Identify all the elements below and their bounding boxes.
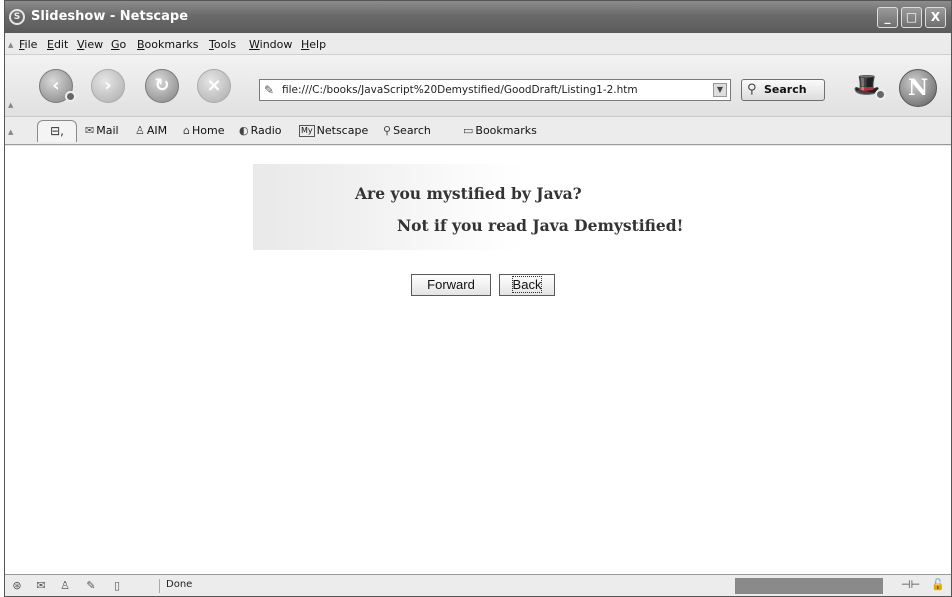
personal-item-aim[interactable]: ♙ AIM (135, 124, 167, 137)
url-bar[interactable]: ✎ ▼ (259, 79, 731, 101)
radio-icon: ◐ (239, 124, 249, 137)
banner-line-1: Are you mystified by Java? (355, 184, 582, 203)
search-icon: ⚲ (383, 124, 392, 137)
home-icon: ⌂ (183, 124, 190, 137)
reload-button[interactable]: ↻ (145, 69, 179, 103)
forward-arrow-icon: › (104, 75, 112, 96)
forward-button[interactable]: › (91, 69, 125, 103)
personal-item-home[interactable]: ⌂ Home (183, 124, 224, 137)
maximize-button[interactable]: □ (901, 7, 922, 28)
menu-window[interactable]: Window (249, 38, 292, 51)
tab-icon: ⊟, (50, 124, 64, 138)
menu-bookmarks[interactable]: Bookmarks (137, 38, 198, 51)
personal-item-bookmarks[interactable]: ▭ Bookmarks (463, 124, 537, 137)
personal-item-search[interactable]: ⚲ Search (383, 124, 431, 137)
aim-icon: ♙ (135, 124, 145, 137)
online-offline-icon[interactable]: ⊣⊢ (901, 578, 920, 591)
forward-page-button[interactable]: Forward (411, 274, 491, 296)
bookmarks-folder-icon: ▭ (463, 124, 474, 137)
security-lock-icon: 🔓 (931, 578, 945, 591)
status-bar: ⊛ ✉ ♙ ✎ ▯ Done ⊣⊢ 🔓 (5, 574, 951, 596)
composer-icon[interactable]: ✎ (83, 579, 99, 593)
new-tab-button[interactable]: ⊟, (37, 120, 77, 142)
toolbar-grip-icon[interactable]: ▲ (8, 101, 15, 109)
netscape-app-icon: S (9, 9, 25, 25)
progress-fill (736, 579, 882, 593)
netscape-throbber-logo[interactable]: N (899, 69, 937, 107)
title-bar: S Slideshow - Netscape _ □ X (5, 1, 951, 33)
mail-icon: ✉ (85, 124, 95, 137)
stop-icon: × (206, 75, 222, 96)
menu-edit[interactable]: Edit (47, 38, 68, 51)
banner-line-2: Not if you read Java Demystified! (397, 216, 684, 235)
menu-go[interactable]: Go (111, 38, 126, 51)
personal-item-netscape[interactable]: My Netscape (299, 124, 368, 137)
minimize-button[interactable]: _ (877, 7, 898, 28)
menu-view[interactable]: View (77, 38, 103, 51)
personal-item-radio[interactable]: ◐ Radio (239, 124, 282, 137)
search-button[interactable]: ⚲ Search (741, 79, 825, 101)
close-button[interactable]: X (925, 7, 946, 28)
my-netscape-icon: My (299, 125, 315, 137)
menu-bar: ▲ File Edit View Go Bookmarks Tools Wind… (5, 33, 951, 55)
url-input[interactable] (282, 82, 702, 98)
page-proxy-icon[interactable]: ✎ (264, 83, 274, 97)
url-history-dropdown[interactable]: ▼ (713, 83, 727, 97)
menu-tools[interactable]: Tools (209, 38, 236, 51)
hat-dropdown[interactable] (875, 89, 886, 100)
back-history-dropdown[interactable] (65, 91, 76, 102)
navigation-toolbar: ▲ ‹ › ↻ × ✎ ▼ ⚲ Search 🎩 N (5, 55, 951, 117)
reload-icon: ↻ (154, 75, 170, 96)
magnifier-icon: ⚲ (747, 82, 757, 97)
toolbar-grip-icon[interactable]: ▲ (8, 41, 15, 49)
mail-icon[interactable]: ✉ (33, 579, 49, 593)
back-page-button[interactable]: Back (499, 274, 555, 296)
toolbar-grip-icon[interactable]: ▲ (8, 128, 15, 136)
menu-help[interactable]: Help (301, 38, 326, 51)
window-title: Slideshow - Netscape (31, 9, 189, 24)
slideshow-banner-image: Are you mystified by Java? Not if you re… (253, 164, 705, 250)
progress-meter (735, 578, 883, 594)
page-content: Are you mystified by Java? Not if you re… (5, 146, 951, 574)
browser-window: S Slideshow - Netscape _ □ X ▲ File Edit… (4, 0, 952, 597)
address-book-icon[interactable]: ▯ (109, 579, 125, 593)
personal-toolbar: ▲ ⊟, ✉ Mail ♙ AIM ⌂ Home ◐ Radio My Netscape … (5, 117, 951, 145)
navigator-icon[interactable]: ⊛ (9, 579, 25, 593)
status-text: Done (159, 579, 192, 593)
back-arrow-icon: ‹ (52, 75, 60, 96)
menu-file[interactable]: File (19, 38, 37, 51)
stop-button[interactable]: × (197, 69, 231, 103)
aim-icon[interactable]: ♙ (57, 579, 73, 593)
personal-item-mail[interactable]: ✉ Mail (85, 124, 119, 137)
